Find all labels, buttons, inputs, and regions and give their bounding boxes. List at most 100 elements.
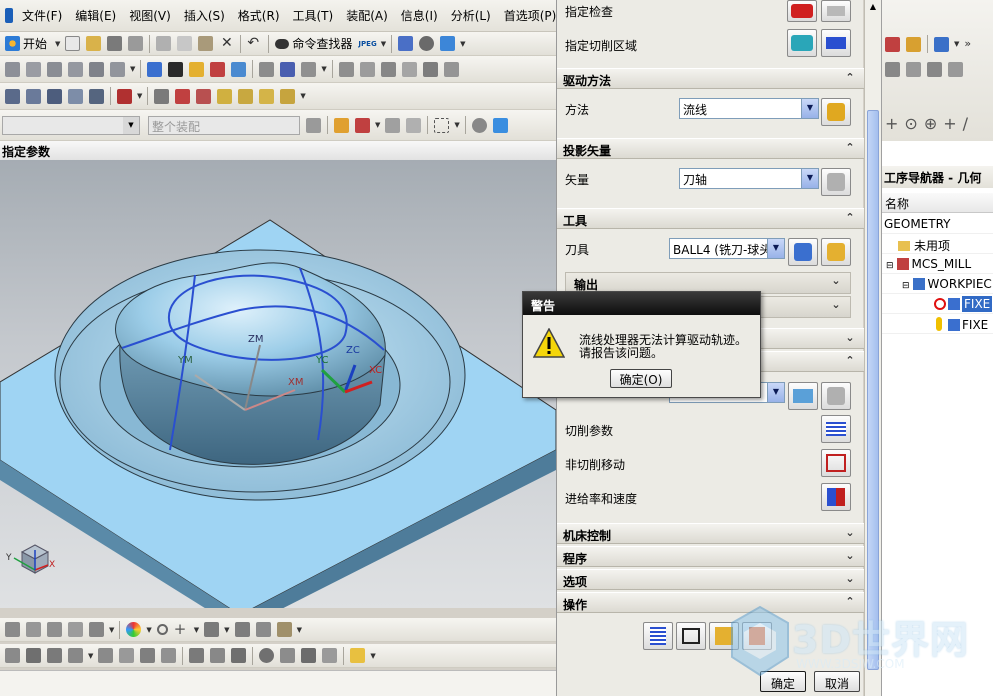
feeds-speeds-button[interactable] xyxy=(821,483,851,511)
point-icon[interactable] xyxy=(156,624,168,635)
command-finder-button[interactable]: 命令查找器 xyxy=(292,35,352,52)
layer-settings-icon[interactable] xyxy=(5,88,20,104)
color-wheel-icon[interactable] xyxy=(126,622,142,637)
warning-ok-button[interactable]: 确定(O) xyxy=(610,369,672,388)
offset-face-icon[interactable] xyxy=(422,61,438,77)
expand-chevron-icon[interactable]: ⌄ xyxy=(843,526,857,540)
layout-icon[interactable] xyxy=(398,36,414,51)
circle-snap-icon[interactable]: ⊙ xyxy=(904,114,917,133)
crosshair-icon[interactable]: ⊕ xyxy=(924,114,937,133)
surface-icon[interactable] xyxy=(47,648,62,663)
crosshair-icon[interactable]: + xyxy=(174,622,189,637)
align-top-icon[interactable] xyxy=(154,88,170,104)
chevron-down-icon[interactable]: ▼ xyxy=(454,121,459,129)
tree-row-geometry[interactable]: GEOMETRY xyxy=(882,214,993,234)
dialog-scrollbar[interactable]: ▲ xyxy=(864,0,881,696)
menu-preferences[interactable]: 首选项(P) xyxy=(498,7,564,24)
level-mid-icon[interactable] xyxy=(238,88,254,104)
scale-icon[interactable] xyxy=(161,648,177,663)
chevron-down-icon[interactable]: ▼ xyxy=(954,40,959,48)
draft-icon[interactable] xyxy=(443,61,459,77)
chevron-down-icon[interactable]: ▼ xyxy=(137,92,142,100)
rectangle-select-icon[interactable] xyxy=(434,117,450,133)
collapse-chevron-icon[interactable]: ⌃ xyxy=(843,354,857,368)
level-high-icon[interactable] xyxy=(259,88,275,104)
specify-check-button[interactable] xyxy=(787,0,817,22)
jpeg-export-button[interactable]: JPEG xyxy=(358,40,376,48)
section-tool[interactable]: 工具 ⌃ xyxy=(557,208,864,229)
snap-center-icon[interactable] xyxy=(47,622,62,637)
tool-op-3-icon[interactable] xyxy=(927,62,942,77)
section-icon[interactable] xyxy=(276,622,292,637)
save-icon[interactable] xyxy=(107,36,123,51)
snap-existing-icon[interactable] xyxy=(89,622,104,637)
collapse-icon[interactable]: ⊟ xyxy=(882,261,894,271)
select-body-icon[interactable] xyxy=(355,117,370,133)
undo-icon[interactable]: ↶ xyxy=(247,36,262,51)
section-machine-control[interactable]: 机床控制 ⌄ xyxy=(557,523,864,544)
mirror-icon[interactable] xyxy=(119,648,135,663)
tool-op-1-icon[interactable] xyxy=(885,62,900,77)
filter-reset-icon[interactable] xyxy=(306,117,321,133)
chevron-down-icon[interactable]: ▼ xyxy=(130,65,135,73)
chevron-down-icon[interactable]: ▼ xyxy=(767,239,784,258)
snap-midpoint-icon[interactable] xyxy=(26,622,41,637)
cylinder-icon[interactable] xyxy=(68,61,83,77)
trim-icon[interactable] xyxy=(401,61,417,77)
curve-icon[interactable] xyxy=(26,648,41,663)
menu-file[interactable]: 文件(F) xyxy=(16,7,69,24)
menu-edit[interactable]: 编辑(E) xyxy=(69,7,123,24)
section-drive-method[interactable]: 驱动方法 ⌃ xyxy=(557,68,864,89)
chamfer-icon[interactable] xyxy=(359,61,375,77)
chevron-down-icon[interactable]: ▼ xyxy=(88,652,93,660)
sync-offset-icon[interactable] xyxy=(231,648,247,663)
transform-icon[interactable] xyxy=(98,648,114,663)
menu-insert[interactable]: 插入(S) xyxy=(178,7,232,24)
edge-blend-icon[interactable] xyxy=(338,61,354,77)
chevron-down-icon[interactable]: ▼ xyxy=(55,40,60,48)
verify-icon[interactable] xyxy=(280,61,296,77)
intersect-icon[interactable] xyxy=(322,648,338,663)
expand-chevron-icon[interactable]: ⌄ xyxy=(829,298,843,312)
snap-endpoint-icon[interactable] xyxy=(5,622,20,637)
copy-icon[interactable] xyxy=(177,36,193,51)
chevron-down-icon[interactable]: ▼ xyxy=(321,65,326,73)
collapse-chevron-icon[interactable]: ⌃ xyxy=(843,141,857,155)
section-program[interactable]: 程序 ⌄ xyxy=(557,546,864,567)
collapse-chevron-icon[interactable]: ⌃ xyxy=(843,211,857,225)
chevron-down-icon[interactable]: ▼ xyxy=(194,626,199,634)
level-low-icon[interactable] xyxy=(217,88,233,104)
light-icon[interactable] xyxy=(350,648,366,663)
scroll-thumb[interactable] xyxy=(867,110,879,670)
menu-information[interactable]: 信息(I) xyxy=(395,7,445,24)
extrude-icon[interactable] xyxy=(5,61,20,77)
mesh-icon[interactable] xyxy=(68,648,83,663)
cut-params-button[interactable] xyxy=(821,415,851,443)
block-icon[interactable] xyxy=(47,61,62,77)
tool-op-2-icon[interactable] xyxy=(906,62,921,77)
section-projection-vector[interactable]: 投影矢量 ⌃ xyxy=(557,138,864,159)
pattern-icon[interactable] xyxy=(140,648,156,663)
name-column-header[interactable]: 名称 xyxy=(882,193,993,213)
wcs-icon[interactable] xyxy=(885,36,900,52)
revolve-icon[interactable] xyxy=(26,61,41,77)
non-cut-moves-button[interactable] xyxy=(821,449,851,477)
edit-vector-button[interactable] xyxy=(821,168,851,196)
menu-assembly[interactable]: 装配(A) xyxy=(340,7,395,24)
sketch-icon[interactable] xyxy=(5,648,20,663)
chevron-down-icon[interactable]: ▼ xyxy=(801,169,818,188)
specify-cut-area-button[interactable] xyxy=(787,29,817,57)
hole-icon[interactable] xyxy=(89,61,104,77)
create-operation-icon[interactable] xyxy=(147,61,163,77)
expand-chevron-icon[interactable]: ⌄ xyxy=(843,572,857,586)
body-icon[interactable] xyxy=(259,648,275,663)
tree-row-mcs-mill[interactable]: ⊟ MCS_MILL xyxy=(882,254,993,274)
chevron-down-icon[interactable]: ▼ xyxy=(146,626,151,634)
start-icon[interactable] xyxy=(5,36,20,51)
menu-analysis[interactable]: 分析(L) xyxy=(445,7,498,24)
layer-category-icon[interactable] xyxy=(89,88,104,104)
machine-tool-icon[interactable] xyxy=(189,61,205,77)
measure-icon[interactable] xyxy=(234,622,250,637)
tree-row-unused[interactable]: 未用项 xyxy=(882,234,993,254)
menu-view[interactable]: 视图(V) xyxy=(123,7,178,24)
